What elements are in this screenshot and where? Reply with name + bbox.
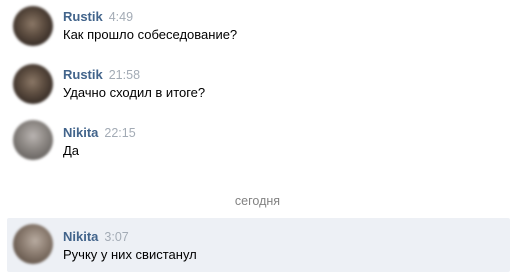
avatar[interactable] [13, 224, 53, 264]
message-item-highlighted: Nikita 3:07 Ручку у них свистанул [7, 218, 510, 272]
message-item: Rustik 21:58 Удачно сходил в итоге? [0, 60, 515, 120]
message-time[interactable]: 4:49 [109, 10, 133, 24]
author-name[interactable]: Nikita [63, 125, 98, 140]
message-item: Nikita 22:15 Да [0, 120, 515, 180]
author-line: Rustik 4:49 [63, 9, 133, 25]
message-text: Удачно сходил в итоге? [63, 85, 206, 100]
message-text: Как прошло собеседование? [63, 27, 238, 42]
author-line: Nikita 22:15 [63, 125, 136, 141]
author-name[interactable]: Nikita [63, 229, 98, 244]
author-line: Nikita 3:07 [63, 229, 129, 245]
avatar[interactable] [13, 64, 53, 104]
author-name[interactable]: Rustik [63, 9, 103, 24]
author-name[interactable]: Rustik [63, 67, 103, 82]
avatar[interactable] [13, 120, 53, 160]
message-item: Rustik 4:49 Как прошло собеседование? [0, 0, 515, 60]
date-divider: сегодня [234, 194, 281, 208]
message-time[interactable]: 3:07 [104, 230, 128, 244]
message-text: Ручку у них свистанул [63, 247, 197, 262]
message-text: Да [63, 143, 80, 158]
avatar[interactable] [13, 6, 53, 46]
message-time[interactable]: 21:58 [109, 68, 140, 82]
message-time[interactable]: 22:15 [104, 126, 135, 140]
author-line: Rustik 21:58 [63, 67, 140, 83]
